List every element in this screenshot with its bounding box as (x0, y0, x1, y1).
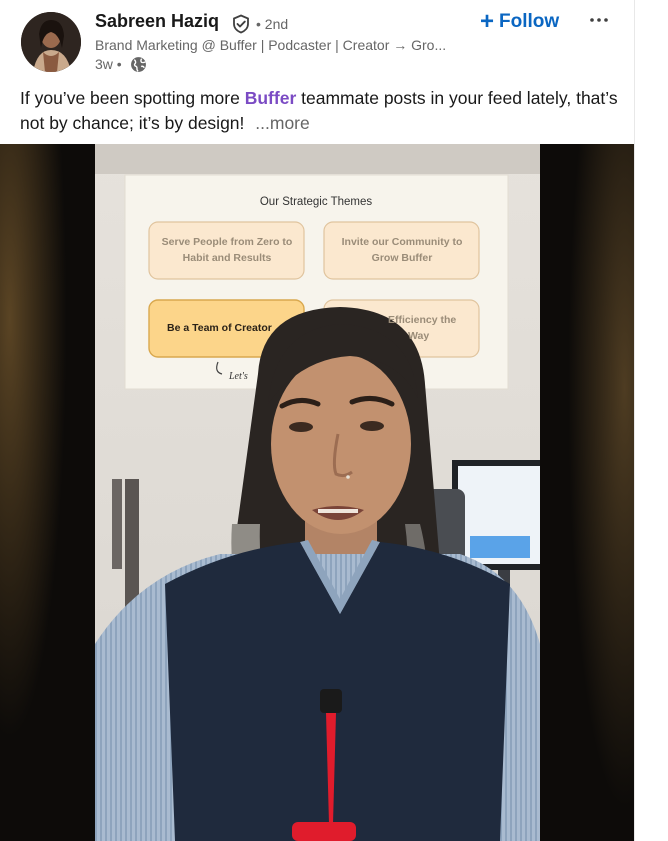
video-frame: Our Strategic Themes Serve People from Z… (0, 144, 634, 841)
feed-right-gutter (634, 0, 668, 841)
author-name[interactable]: Sabreen Haziq (95, 11, 219, 32)
avatar-image (21, 12, 81, 72)
avatar[interactable] (21, 12, 81, 72)
post-text-before: If you’ve been spotting more (20, 88, 240, 108)
see-more-link[interactable]: ...more (255, 113, 309, 133)
plus-icon: + (480, 8, 495, 35)
theme-2-line2: Grow Buffer (372, 252, 433, 264)
theme-2-line1: Invite our Community to (342, 236, 463, 248)
theme-4-line1: Efficiency the (388, 314, 456, 326)
theme-4-line2: Way (408, 330, 429, 342)
follow-button[interactable]: + Follow (480, 8, 559, 36)
post-card: Sabreen Haziq • 2nd Brand Marketing @ Bu… (0, 0, 634, 841)
theme-1-line2: Habit and Results (183, 252, 272, 264)
post-time: 3w • (95, 56, 122, 72)
follow-label: Follow (499, 11, 560, 32)
globe-icon (131, 57, 146, 72)
post-text: If you’ve been spotting more Buffer team… (20, 86, 620, 136)
theme-1-line1: Serve People from Zero to (162, 236, 293, 248)
connection-degree: • 2nd (256, 16, 289, 32)
theme-3-line1: Be a Team of Creator (167, 322, 272, 334)
brand-mention-link[interactable]: Buffer (245, 88, 297, 108)
handwritten-note: Let's (228, 371, 248, 382)
author-headline: Brand Marketing @ Buffer | Podcaster | C… (95, 37, 447, 53)
video-player[interactable]: Our Strategic Themes Serve People from Z… (0, 144, 634, 841)
verified-shield-icon (233, 14, 249, 34)
post-header: Sabreen Haziq • 2nd Brand Marketing @ Bu… (0, 0, 634, 82)
more-options-icon[interactable] (584, 8, 614, 32)
board-title: Our Strategic Themes (260, 196, 373, 208)
